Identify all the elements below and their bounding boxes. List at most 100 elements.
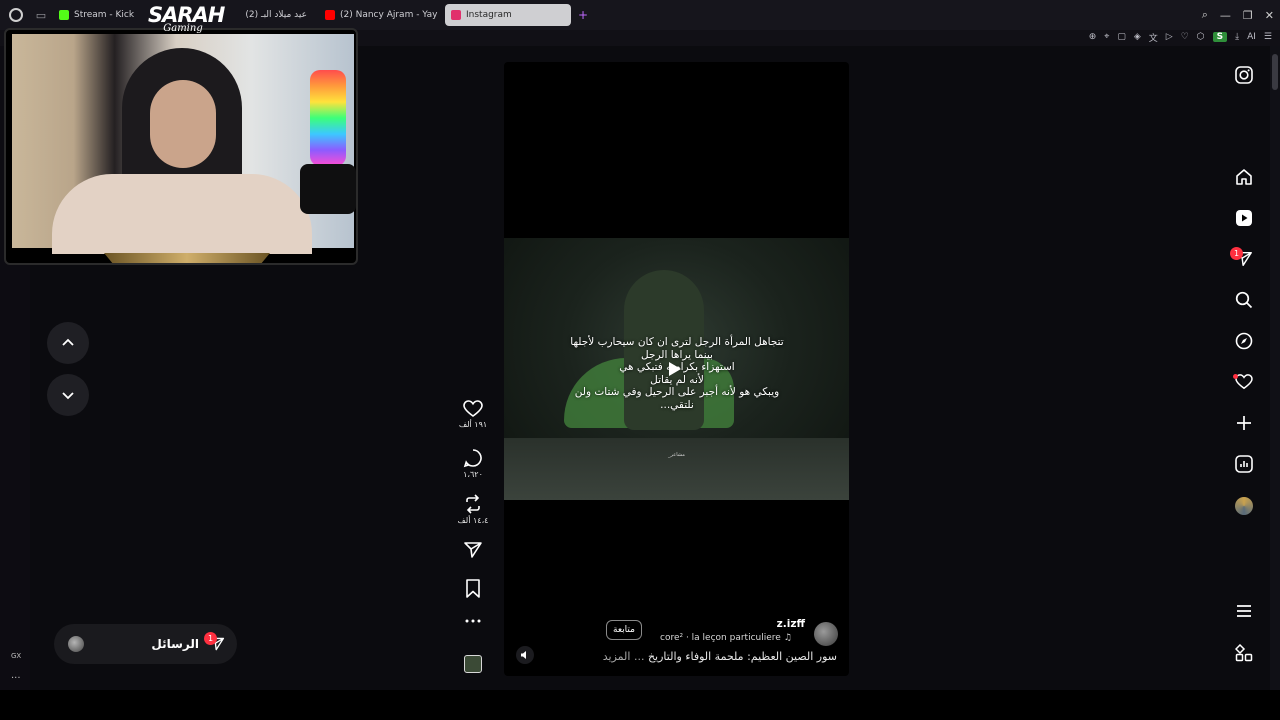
workspaces-icon[interactable]: ▭ xyxy=(32,0,50,30)
caption-text: سور الصين العظيم: ملحمة الوفاء والتاريخ xyxy=(647,650,837,663)
s-extension-icon[interactable]: S xyxy=(1212,32,1228,42)
more-options-action[interactable] xyxy=(454,618,492,624)
scrollbar-thumb[interactable] xyxy=(1272,54,1278,90)
ellipsis-icon xyxy=(465,619,481,623)
rgb-microphone xyxy=(310,70,346,166)
reel-author-avatar[interactable] xyxy=(814,622,838,646)
zoom-icon[interactable]: ⊕ xyxy=(1089,32,1097,42)
tab-label: Stream - Kick xyxy=(74,10,135,20)
messages-label: الرسائل xyxy=(151,637,199,651)
snapshot-icon[interactable]: ▢ xyxy=(1117,32,1126,42)
nav-profile-avatar[interactable] xyxy=(1235,497,1253,515)
messages-nav-badge: 1 xyxy=(1230,247,1243,260)
messages-button[interactable]: الرسائل 1 xyxy=(54,624,237,664)
nav-dashboard[interactable] xyxy=(1233,453,1255,475)
reel-floor xyxy=(504,438,849,500)
player-icon[interactable]: ▷ xyxy=(1166,32,1173,42)
like-action[interactable]: ١٩١ ألف xyxy=(454,400,492,429)
next-reel-button[interactable] xyxy=(47,374,89,416)
nav-reels[interactable] xyxy=(1233,207,1255,229)
overlay-line: بينما يراها الرجل xyxy=(641,348,713,361)
nav-create[interactable] xyxy=(1233,412,1255,434)
download-icon[interactable]: ⤓ xyxy=(1235,32,1239,42)
nav-home[interactable] xyxy=(1233,166,1255,188)
extensions-icon[interactable]: ⬡ xyxy=(1197,32,1205,42)
apps-grid-icon xyxy=(1235,644,1253,662)
nav-explore[interactable] xyxy=(1233,330,1255,352)
save-action[interactable] xyxy=(454,579,492,599)
search-icon xyxy=(1235,291,1253,309)
tab-label: عيد ميلاد البـ (2) xyxy=(245,10,307,20)
chevron-up-icon xyxy=(62,338,74,346)
tab-label: Instagram xyxy=(466,10,512,20)
reel-caption: سور الصين العظيم: ملحمة الوفاء والتاريخ … xyxy=(603,650,837,663)
previous-reel-button[interactable] xyxy=(47,322,89,364)
reel-audio-info[interactable]: core² · la leçon particuliere ♫ xyxy=(660,633,792,643)
notifications-dot xyxy=(1233,374,1238,379)
restore-button[interactable]: ❐ xyxy=(1243,9,1253,22)
music-note-icon: ♫ xyxy=(783,633,792,643)
repost-count: ١٤،٤ ألف xyxy=(457,516,489,525)
extension-toolbar: ⊕ ⌖ ▢ ◈ 文 ▷ ♡ ⬡ S ⤓ AI ☰ xyxy=(1089,30,1272,44)
bottom-strip xyxy=(0,690,1280,720)
heart-icon xyxy=(463,400,483,417)
streamer-shirt xyxy=(52,174,312,254)
microphone-mount xyxy=(300,164,356,214)
comment-icon xyxy=(463,449,482,468)
translate-icon[interactable]: 文 xyxy=(1149,31,1158,44)
mute-button[interactable] xyxy=(516,646,534,664)
messages-avatar xyxy=(68,636,84,652)
speaker-icon xyxy=(521,651,526,659)
audio-thumbnail[interactable] xyxy=(464,655,482,673)
reels-icon xyxy=(1236,210,1252,226)
webcam-video xyxy=(12,34,356,254)
chevron-down-icon xyxy=(62,392,74,400)
new-tab-button[interactable]: + xyxy=(578,8,588,22)
caption-more-link[interactable]: ... المزيد xyxy=(603,650,645,663)
nav-search[interactable] xyxy=(1233,289,1255,311)
instagram-logo[interactable] xyxy=(1233,64,1255,86)
aria-ai-button[interactable]: AI xyxy=(1247,32,1256,42)
compass-icon xyxy=(1235,332,1253,350)
minimize-button[interactable]: — xyxy=(1220,9,1231,22)
close-button[interactable]: ✕ xyxy=(1265,9,1274,22)
reel-watermark: _مشاعر xyxy=(668,452,685,458)
kick-icon xyxy=(59,10,69,20)
tab-youtube-2[interactable]: (2) Nancy Ajram - Yay Sei xyxy=(319,4,439,26)
audio-label: core² · la leçon particuliere xyxy=(660,633,781,643)
instagram-icon xyxy=(1235,66,1253,84)
comment-action[interactable]: ١،٦٢٠ xyxy=(454,448,492,479)
webcam-overlay xyxy=(4,28,358,265)
tab-instagram[interactable]: Instagram xyxy=(445,4,571,26)
reel-video[interactable]: تتجاهل المرأة الرجل لترى ان كان سيحارب ل… xyxy=(504,62,849,676)
opera-gx-logo[interactable] xyxy=(0,0,32,30)
stream-brand-logo: SARAH Gaming xyxy=(148,4,225,34)
chart-icon xyxy=(1235,455,1253,473)
instagram-icon xyxy=(451,10,461,20)
heart-icon[interactable]: ♡ xyxy=(1181,32,1189,42)
page-scrollbar[interactable] xyxy=(1270,46,1280,690)
pin-icon[interactable]: ⌖ xyxy=(1104,32,1109,42)
play-icon[interactable] xyxy=(669,362,681,376)
sidebar-more-button[interactable]: ... xyxy=(11,670,21,681)
share-action[interactable] xyxy=(454,540,492,560)
follow-button[interactable]: متابعة xyxy=(606,620,642,640)
vpn-icon[interactable]: ◈ xyxy=(1134,32,1141,42)
repost-action[interactable]: ١٤،٤ ألف xyxy=(454,494,492,525)
nav-also-from-meta[interactable] xyxy=(1233,642,1255,664)
menu-icon xyxy=(1237,605,1251,617)
menu-icon[interactable]: ☰ xyxy=(1264,32,1272,42)
nav-more-menu[interactable] xyxy=(1233,600,1255,622)
send-icon xyxy=(464,542,482,558)
window-controls: ⌕ — ❐ ✕ xyxy=(1202,0,1274,30)
overlay-line: ويبكي هو لأنه أجبر على الرحيل وفي شتات و… xyxy=(574,386,780,398)
search-tabs-icon[interactable]: ⌕ xyxy=(1202,8,1208,22)
reel-username[interactable]: z.izff xyxy=(777,618,805,630)
overlay-line: تتجاهل المرأة الرجل لترى ان كان سيحارب ل… xyxy=(570,336,784,348)
youtube-icon xyxy=(325,10,335,20)
like-count: ١٩١ ألف xyxy=(458,420,488,429)
bookmark-icon xyxy=(466,579,480,598)
plus-icon xyxy=(1237,416,1251,430)
tab-kick[interactable]: Stream - Kick xyxy=(53,4,147,26)
comment-count: ١،٦٢٠ xyxy=(463,470,483,479)
